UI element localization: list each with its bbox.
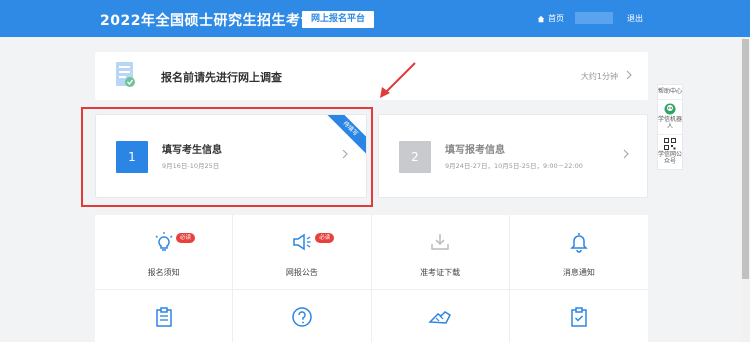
qrcode-label: 学信网公众号 xyxy=(658,150,683,166)
step-number: 2 xyxy=(399,141,431,173)
bell-icon xyxy=(570,233,588,253)
top-header: 2022年全国硕士研究生招生考试 网上报名平台 首页 退出 xyxy=(0,0,750,37)
question-icon xyxy=(292,307,312,327)
clipboard-icon xyxy=(155,307,172,327)
hand-icon xyxy=(428,311,452,324)
download-icon xyxy=(431,234,449,250)
required-badge: 必读 xyxy=(315,233,335,243)
step-date: 9月24日-27日，10月5日-25日，9:00－22:00 xyxy=(445,162,583,170)
bulb-icon xyxy=(155,232,173,251)
checklist-icon xyxy=(571,307,587,327)
chevron-right-icon xyxy=(626,70,632,80)
survey-text: 报名前请先进行网上调查 xyxy=(161,71,282,84)
survey-document-icon xyxy=(116,62,135,87)
qrcode-icon xyxy=(664,137,676,150)
grid-item-row2-3[interactable] xyxy=(372,290,510,342)
megaphone-icon xyxy=(293,233,311,251)
logout-link[interactable]: 退出 xyxy=(627,13,643,24)
username-redacted[interactable] xyxy=(575,12,613,24)
grid-item-label: 报名须知 xyxy=(147,268,180,277)
annotation-arrow xyxy=(380,62,416,98)
page-scrollbar[interactable] xyxy=(741,37,750,342)
home-label: 首页 xyxy=(548,14,564,23)
grid-item-row2-1[interactable] xyxy=(95,290,234,342)
survey-duration: 大约1分钟 xyxy=(580,72,618,81)
robot-icon xyxy=(664,103,676,114)
chevron-right-icon xyxy=(623,149,629,159)
grid-item-messages[interactable]: 消息通知 xyxy=(509,215,648,290)
grid-item-label: 消息通知 xyxy=(562,268,595,277)
grid-item-admission-ticket[interactable]: 准考证下载 xyxy=(371,215,510,290)
home-icon xyxy=(537,15,545,22)
help-center-link[interactable]: 帮助中心 xyxy=(658,85,682,100)
required-badge: 必读 xyxy=(176,233,196,243)
side-panel: 帮助中心 学信机器人 学信网公众号 xyxy=(657,84,683,170)
robot-link[interactable]: 学信机器人 xyxy=(658,100,682,135)
exam-title: 2022年全国硕士研究生招生考试 xyxy=(100,13,315,29)
platform-badge: 网上报名平台 xyxy=(302,11,375,28)
grid-item-label: 准考证下载 xyxy=(420,268,461,277)
grid-item-row2-4[interactable] xyxy=(510,290,648,342)
grid-item-label: 网报公告 xyxy=(285,268,318,277)
scrollbar-thumb[interactable] xyxy=(742,39,749,279)
robot-label: 学信机器人 xyxy=(658,115,683,131)
grid-item-row2-2[interactable] xyxy=(233,290,372,342)
grid-item-announcement[interactable]: 必读 网报公告 xyxy=(233,215,372,290)
step-title: 填写报考信息 xyxy=(445,145,505,156)
step-card-application-info[interactable]: 2 填写报考信息 9月24日-27日，10月5日-25日，9:00－22:00 xyxy=(378,114,648,198)
grid-item-notice[interactable]: 必读 报名须知 xyxy=(95,215,234,290)
home-link[interactable]: 首页 xyxy=(537,13,564,24)
qrcode-link[interactable]: 学信网公众号 xyxy=(658,135,682,169)
function-grid: 必读 报名须知 必读 网报公告 准考证下载 消息通知 xyxy=(95,215,648,342)
highlight-box xyxy=(81,107,373,207)
